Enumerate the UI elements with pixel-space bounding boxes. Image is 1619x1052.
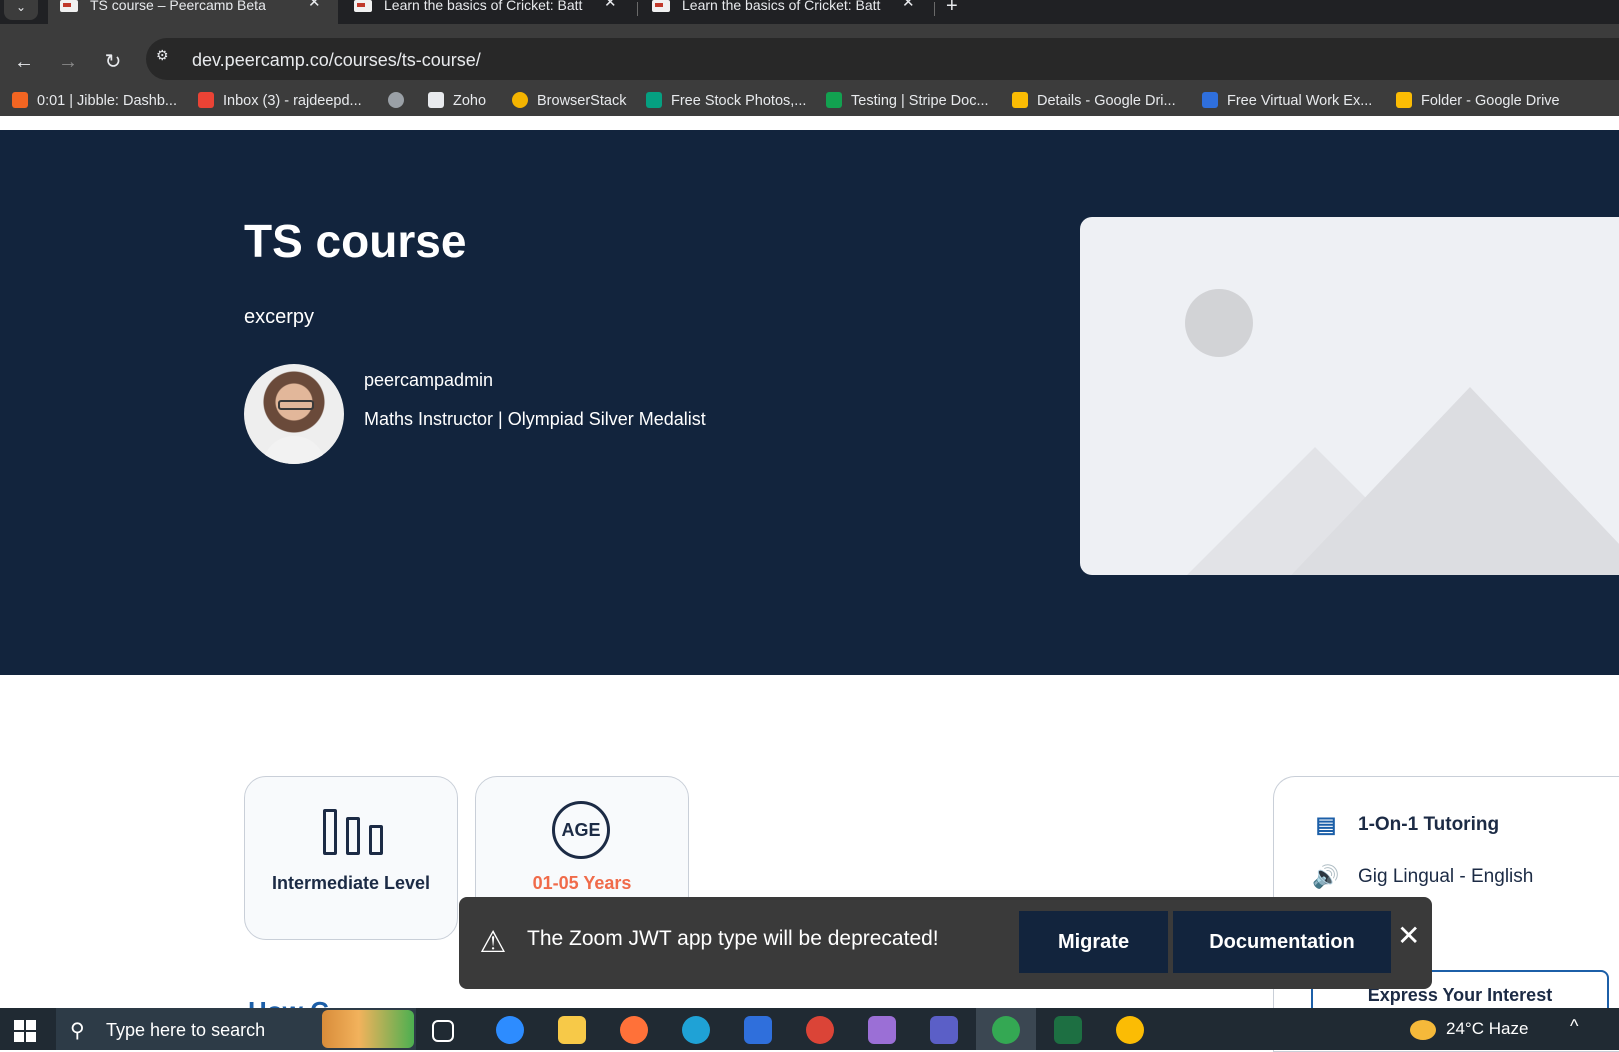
- chrome-icon[interactable]: [1116, 1016, 1144, 1044]
- bookmark-google-drive-folder[interactable]: Folder - Google Drive: [1396, 92, 1560, 109]
- browserstack-icon: [512, 92, 528, 108]
- tab-search-menu-button[interactable]: ⌄: [4, 0, 38, 20]
- close-icon[interactable]: ✕: [1397, 919, 1420, 952]
- placeholder-mountain-icon: [1280, 387, 1619, 575]
- address-bar[interactable]: ⚙ dev.peercamp.co/courses/ts-course/: [146, 38, 1619, 80]
- tab-title: Learn the basics of Cricket: Batt: [682, 0, 881, 10]
- tutor-board-icon: ▤: [1315, 812, 1337, 837]
- avatar-glasses: [278, 400, 314, 410]
- tab-separator: [637, 2, 638, 16]
- tutoring-type: ▤ 1-On-1 Tutoring: [1310, 811, 1499, 839]
- firefox-icon[interactable]: [620, 1016, 648, 1044]
- tab-title: TS course – Peercamp Beta: [90, 0, 266, 10]
- zoho-icon: [428, 92, 444, 108]
- google-drive-icon: [1012, 92, 1028, 108]
- level-card: Intermediate Level: [244, 776, 458, 940]
- avatar-shirt: [262, 436, 326, 464]
- globe-icon: [388, 92, 404, 108]
- course-hero: TS course excerpy peercampadmin Maths In…: [0, 130, 1619, 675]
- page-title: TS course: [244, 215, 467, 267]
- url-text[interactable]: dev.peercamp.co/courses/ts-course/: [192, 50, 481, 71]
- pexels-icon: [646, 92, 662, 108]
- reload-button[interactable]: ↻: [97, 46, 129, 78]
- notice-text: The Zoom JWT app type will be deprecated…: [527, 927, 939, 950]
- peercamp-favicon-icon: [652, 0, 670, 12]
- weather-widget[interactable]: 24°C Haze: [1410, 1019, 1528, 1040]
- close-tab-icon[interactable]: ✕: [308, 0, 321, 10]
- excel-icon[interactable]: [1054, 1016, 1082, 1044]
- tab-cricket-1[interactable]: Learn the basics of Cricket: Batt ✕: [342, 0, 632, 24]
- language-info: 🔊 Gig Lingual - English: [1310, 863, 1533, 891]
- forage-icon: [1202, 92, 1218, 108]
- taskbar-search[interactable]: ⚲ Type here to search: [56, 1008, 416, 1050]
- bookmark-jibble[interactable]: 0:01 | Jibble: Dashb...: [12, 92, 177, 109]
- tab-title: Learn the basics of Cricket: Batt: [384, 0, 583, 10]
- back-button[interactable]: ←: [8, 46, 40, 78]
- age-icon: AGE: [552, 801, 610, 859]
- file-explorer-icon[interactable]: [558, 1016, 586, 1044]
- warning-icon: ⚠: [479, 926, 507, 959]
- windows-taskbar: ⚲ Type here to search 24°C Haze ^: [0, 1008, 1619, 1050]
- site-info-icon[interactable]: ⚙: [156, 47, 180, 71]
- close-tab-icon[interactable]: ✕: [604, 0, 617, 10]
- browser-toolbar: ← → ↻ ⚙ dev.peercamp.co/courses/ts-cours…: [0, 24, 1619, 116]
- haze-sun-icon: [1410, 1019, 1436, 1040]
- stripe-icon: [826, 92, 842, 108]
- migrate-button[interactable]: Migrate: [1019, 911, 1168, 973]
- jibble-icon: [12, 92, 28, 108]
- age-range-label: 01-05 Years: [532, 873, 632, 893]
- zoom-app-icon[interactable]: [496, 1016, 524, 1044]
- peercamp-favicon-icon: [354, 0, 372, 12]
- documentation-button[interactable]: Documentation: [1173, 911, 1391, 973]
- bookmark-forage[interactable]: Free Virtual Work Ex...: [1202, 92, 1372, 109]
- tab-ts-course[interactable]: TS course – Peercamp Beta ✕: [48, 0, 338, 24]
- bookmark-zoho[interactable]: Zoho: [428, 92, 486, 109]
- bookmark-stripe[interactable]: Testing | Stripe Doc...: [826, 92, 989, 109]
- gmail-icon: [198, 92, 214, 108]
- bookmark-gmail[interactable]: Inbox (3) - rajdeepd...: [198, 92, 362, 109]
- instructor-role: Maths Instructor | Olympiad Silver Medal…: [364, 409, 706, 429]
- tab-separator: [934, 2, 935, 16]
- chrome-icon[interactable]: [992, 1016, 1020, 1044]
- search-icon: ⚲: [70, 1020, 85, 1042]
- task-view-icon[interactable]: [432, 1020, 454, 1042]
- level-bars-icon: [323, 809, 383, 855]
- course-excerpt: excerpy: [244, 306, 315, 328]
- system-tray-chevron-icon[interactable]: ^: [1570, 1016, 1578, 1037]
- new-tab-button[interactable]: +: [946, 0, 958, 18]
- bookmark-browserstack[interactable]: BrowserStack: [512, 92, 626, 109]
- search-highlight-image: [322, 1010, 414, 1048]
- peercamp-favicon-icon: [60, 0, 78, 12]
- feather-app-icon[interactable]: [868, 1016, 896, 1044]
- zoom-deprecation-notice: ⚠ The Zoom JWT app type will be deprecat…: [459, 897, 1432, 989]
- wrike-icon[interactable]: [744, 1016, 772, 1044]
- tab-cricket-2[interactable]: Learn the basics of Cricket: Batt ✕: [640, 0, 930, 24]
- bookmark-google-drive-details[interactable]: Details - Google Dri...: [1012, 92, 1176, 109]
- windows-start-icon[interactable]: [14, 1020, 36, 1042]
- bookmarks-bar: 0:01 | Jibble: Dashb... Inbox (3) - rajd…: [0, 90, 1619, 116]
- google-drive-icon: [1396, 92, 1412, 108]
- bookmark-globe[interactable]: [388, 92, 413, 109]
- teams-icon[interactable]: [930, 1016, 958, 1044]
- edge-icon[interactable]: [682, 1016, 710, 1044]
- close-tab-icon[interactable]: ✕: [902, 0, 915, 10]
- bookmark-pexels[interactable]: Free Stock Photos,...: [646, 92, 806, 109]
- speaker-icon: 🔊: [1312, 864, 1340, 889]
- instructor-name[interactable]: peercampadmin: [364, 370, 493, 391]
- forward-button[interactable]: →: [52, 46, 84, 78]
- taskbar-search-placeholder: Type here to search: [106, 1020, 266, 1040]
- level-label: Intermediate Level: [271, 873, 431, 893]
- tab-strip: ⌄ TS course – Peercamp Beta ✕ Learn the …: [0, 0, 1619, 24]
- course-image-placeholder: [1080, 217, 1619, 575]
- placeholder-sun-icon: [1185, 289, 1253, 357]
- avatar[interactable]: [244, 364, 344, 464]
- chrome-profile-icon[interactable]: [806, 1016, 834, 1044]
